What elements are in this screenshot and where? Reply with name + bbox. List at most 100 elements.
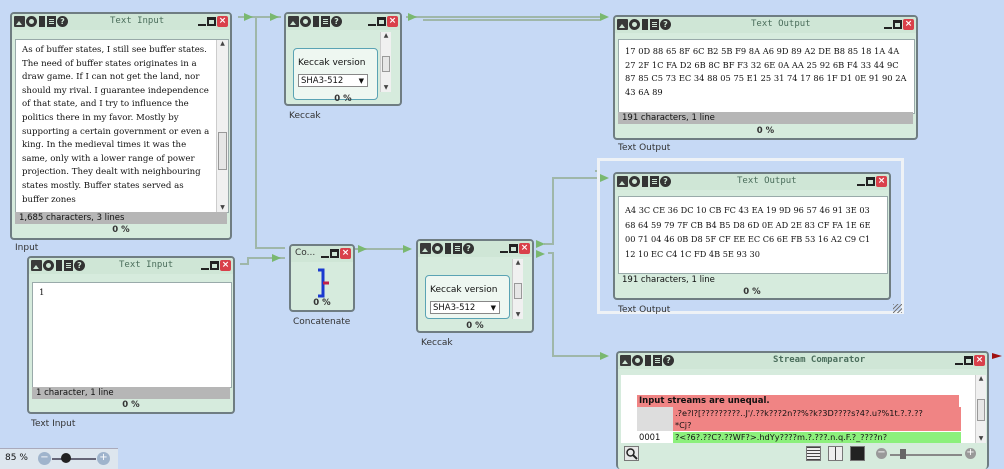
keccak-version-select[interactable]: SHA3-512 ▼ (298, 74, 368, 87)
minimize-icon[interactable] (201, 262, 209, 270)
node-titlebar[interactable]: Co... × (291, 246, 353, 262)
image-icon[interactable] (420, 243, 431, 254)
maximize-icon[interactable] (330, 249, 339, 258)
help-icon[interactable]: ? (57, 16, 68, 27)
scroll-thumb[interactable] (514, 283, 522, 299)
node-titlebar[interactable]: ? Text Input × (29, 258, 233, 274)
scrollbar[interactable]: ▲ ▼ (216, 40, 228, 212)
close-icon[interactable]: × (974, 355, 985, 366)
maximize-icon[interactable] (210, 261, 219, 270)
document-icon[interactable] (650, 19, 659, 30)
scroll-down-icon[interactable]: ▼ (976, 435, 986, 443)
bar-icon[interactable] (642, 19, 648, 30)
zoom-in-button[interactable]: + (97, 452, 110, 465)
minimize-icon[interactable] (955, 357, 963, 365)
scroll-thumb[interactable] (977, 399, 985, 421)
comparison-result[interactable]: Input streams are unequal. .?e?l?[??????… (621, 375, 976, 443)
input-text[interactable]: As of buffer states, I still see buffer … (16, 40, 228, 211)
text-input-field[interactable]: 1 (32, 282, 232, 388)
close-icon[interactable]: × (217, 16, 228, 27)
document-icon[interactable] (64, 260, 73, 271)
text-input-field[interactable]: As of buffer states, I still see buffer … (15, 39, 229, 213)
keccak-node[interactable]: ? × Keccak version SHA3-512 ▼ ▲ ▼ 0 % (416, 239, 534, 333)
image-icon[interactable] (617, 176, 628, 187)
comparator-zoom-slider[interactable]: − + (876, 448, 978, 460)
zoom-out-button[interactable]: − (38, 452, 51, 465)
scroll-up-icon[interactable]: ▲ (381, 32, 391, 40)
maximize-icon[interactable] (964, 356, 973, 365)
maximize-icon[interactable] (207, 17, 216, 26)
bar-icon[interactable] (445, 243, 451, 254)
keccak-version-select[interactable]: SHA3-512 ▼ (430, 301, 500, 314)
scroll-down-icon[interactable]: ▼ (381, 84, 391, 92)
scroll-thumb[interactable] (382, 56, 390, 72)
close-icon[interactable]: × (220, 260, 231, 271)
help-icon[interactable]: ? (663, 355, 674, 366)
gear-icon[interactable] (629, 176, 640, 187)
text-output-field[interactable]: 17 0D 88 65 8F 6C B2 5B F9 8A A6 9D 89 A… (618, 39, 915, 114)
image-icon[interactable] (288, 16, 299, 27)
scrollbar[interactable]: ▲ ▼ (512, 259, 523, 319)
minimize-icon[interactable] (857, 178, 865, 186)
scroll-up-icon[interactable]: ▲ (513, 259, 523, 267)
image-icon[interactable] (31, 260, 42, 271)
gear-icon[interactable] (632, 355, 643, 366)
chevron-down-icon[interactable]: ▼ (491, 302, 496, 315)
close-icon[interactable]: × (387, 16, 398, 27)
keccak-node[interactable]: ? × Keccak version SHA3-512 ▼ ▲ ▼ 0 % (284, 12, 402, 106)
maximize-icon[interactable] (893, 20, 902, 29)
bar-icon[interactable] (313, 16, 319, 27)
gear-icon[interactable] (26, 16, 37, 27)
bar-icon[interactable] (39, 16, 45, 27)
help-icon[interactable]: ? (463, 243, 474, 254)
scroll-thumb[interactable] (218, 132, 227, 170)
text-input-node[interactable]: ? Text Input × 1 1 character, 1 line 0 % (27, 256, 235, 414)
minimize-icon[interactable] (884, 21, 892, 29)
minimize-icon[interactable] (321, 250, 329, 258)
document-icon[interactable] (653, 355, 662, 366)
output-text[interactable]: 17 0D 88 65 8F 6C B2 5B F9 8A A6 9D 89 A… (619, 40, 914, 103)
concatenate-node[interactable]: Co... × 0 % (289, 244, 355, 312)
bar-icon[interactable] (645, 355, 651, 366)
close-icon[interactable]: × (519, 243, 530, 254)
document-icon[interactable] (650, 176, 659, 187)
gear-icon[interactable] (432, 243, 443, 254)
maximize-icon[interactable] (377, 17, 386, 26)
maximize-icon[interactable] (866, 177, 875, 186)
view-detail-button[interactable] (850, 446, 865, 461)
scrollbar[interactable]: ▲ ▼ (975, 375, 986, 443)
help-icon[interactable]: ? (331, 16, 342, 27)
zoom-in-icon[interactable]: + (965, 448, 976, 459)
document-icon[interactable] (453, 243, 462, 254)
view-single-button[interactable] (806, 446, 821, 461)
help-icon[interactable]: ? (74, 260, 85, 271)
input-text[interactable]: 1 (33, 283, 231, 305)
zoom-slider-track[interactable] (52, 458, 96, 460)
gear-icon[interactable] (300, 16, 311, 27)
close-icon[interactable]: × (876, 176, 887, 187)
zoom-slider-thumb[interactable] (61, 453, 71, 463)
gear-icon[interactable] (43, 260, 54, 271)
document-icon[interactable] (47, 16, 56, 27)
image-icon[interactable] (14, 16, 25, 27)
scroll-up-icon[interactable]: ▲ (976, 375, 986, 383)
output-text[interactable]: A4 3C CE 36 DC 10 CB FC 43 EA 19 9D 96 5… (619, 197, 887, 265)
scroll-down-icon[interactable]: ▼ (217, 204, 228, 212)
maximize-icon[interactable] (509, 244, 518, 253)
node-titlebar[interactable]: ? Text Output × (615, 17, 916, 33)
view-split-button[interactable] (828, 446, 843, 461)
stream-comparator-node[interactable]: ? Stream Comparator × Input streams are … (616, 351, 989, 469)
bar-icon[interactable] (56, 260, 62, 271)
slider-thumb[interactable] (900, 449, 906, 459)
help-icon[interactable]: ? (660, 176, 671, 187)
zoom-out-icon[interactable]: − (876, 448, 887, 459)
scroll-up-icon[interactable]: ▲ (217, 40, 228, 48)
node-titlebar[interactable]: ? Text Output × (615, 174, 889, 190)
text-input-node[interactable]: ? Text Input × As of buffer states, I st… (10, 12, 232, 240)
close-icon[interactable]: × (340, 248, 351, 259)
image-icon[interactable] (617, 19, 628, 30)
node-titlebar[interactable]: ? × (418, 241, 532, 257)
scrollbar[interactable]: ▲ ▼ (380, 32, 391, 92)
chevron-down-icon[interactable]: ▼ (359, 75, 364, 88)
image-icon[interactable] (620, 355, 631, 366)
